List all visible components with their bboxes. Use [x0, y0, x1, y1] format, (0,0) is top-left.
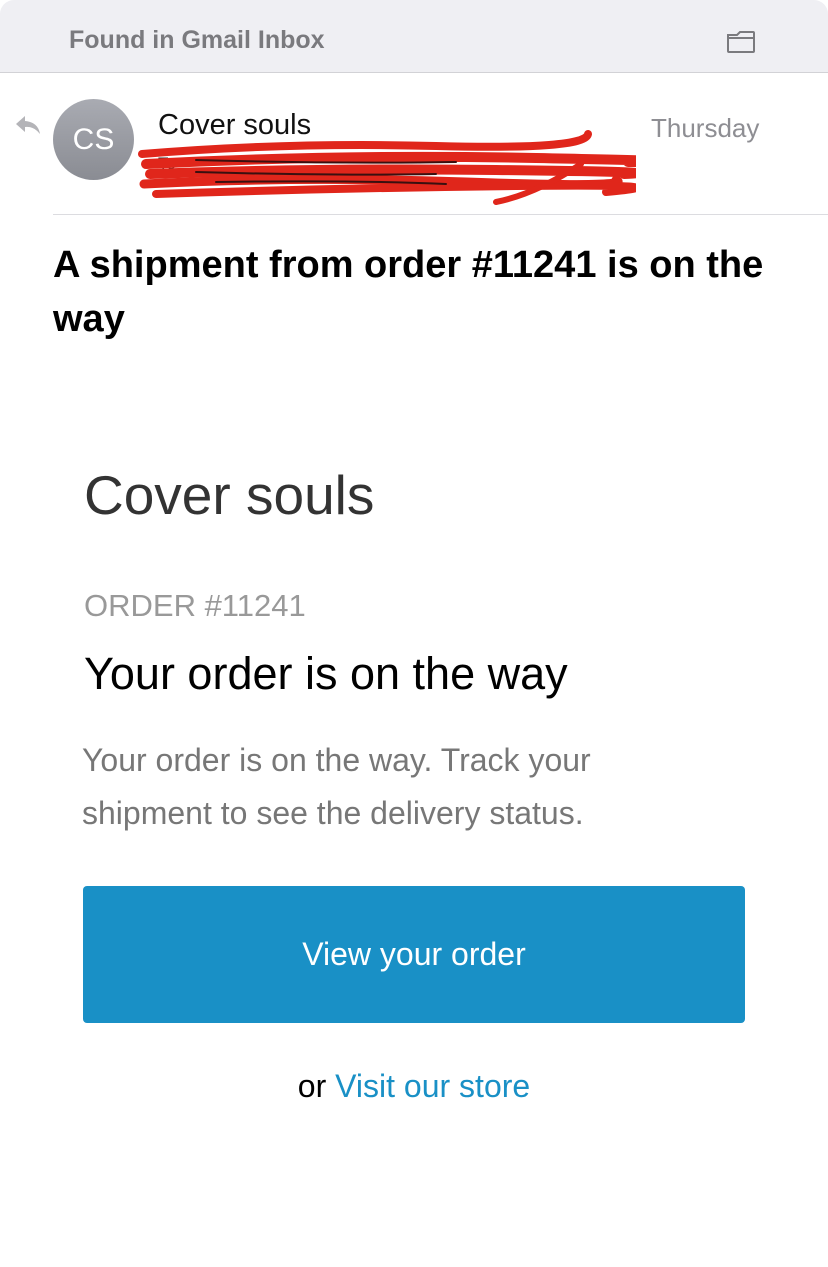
- folder-icon[interactable]: [726, 30, 756, 54]
- avatar: CS: [53, 99, 134, 180]
- email-subject: A shipment from order #11241 is on the w…: [53, 244, 764, 340]
- or-text: or: [297, 1068, 327, 1104]
- order-number: ORDER #11241: [84, 588, 306, 623]
- header-divider: [53, 214, 828, 215]
- found-in-label: Found in Gmail Inbox: [69, 26, 325, 54]
- shop-name: Cover souls: [84, 464, 375, 526]
- reply-icon[interactable]: [14, 114, 42, 136]
- view-order-label: View your order: [302, 936, 526, 972]
- redaction-scribble: [138, 130, 636, 205]
- order-status-text: Your order is on the way. Track your shi…: [82, 742, 591, 831]
- view-order-button[interactable]: View your order: [83, 886, 745, 1023]
- order-status-heading: Your order is on the way: [84, 648, 568, 699]
- store-link-line: or Visit our store: [0, 1068, 828, 1105]
- message-date: Thursday: [651, 113, 760, 143]
- visit-store-link[interactable]: Visit our store: [335, 1068, 530, 1104]
- avatar-initials: CS: [72, 122, 115, 156]
- top-bar: Found in Gmail Inbox: [0, 0, 828, 73]
